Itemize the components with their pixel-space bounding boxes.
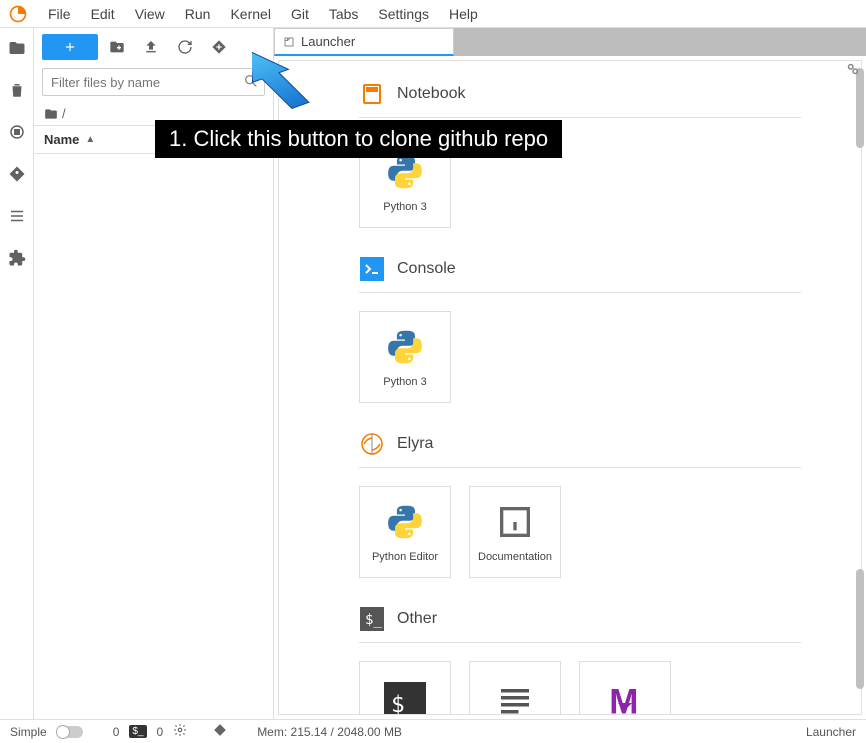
rail-git-icon[interactable] xyxy=(7,164,27,184)
new-folder-button[interactable] xyxy=(102,34,132,60)
menu-edit[interactable]: Edit xyxy=(81,2,125,26)
card-notebook-python3[interactable]: Python 3 xyxy=(359,136,451,228)
svg-text:M: M xyxy=(609,683,638,716)
status-mode: Launcher xyxy=(806,725,856,739)
scrollbar[interactable] xyxy=(854,68,864,709)
tab-title: Launcher xyxy=(301,34,355,49)
card-textfile[interactable] xyxy=(469,661,561,715)
tab-bar: Launcher xyxy=(274,28,866,56)
menu-run[interactable]: Run xyxy=(175,2,221,26)
breadcrumb[interactable]: / xyxy=(34,102,273,125)
section-title: Console xyxy=(397,260,456,278)
elyra-icon xyxy=(359,431,385,457)
textfile-icon xyxy=(494,682,536,715)
rail-folder-icon[interactable] xyxy=(7,38,27,58)
card-label: Python Editor xyxy=(368,551,442,563)
status-count-b: 0 xyxy=(157,725,164,739)
app-logo-icon xyxy=(8,4,28,24)
card-markdown[interactable]: M xyxy=(579,661,671,715)
sort-asc-icon: ▲ xyxy=(85,134,95,145)
memory-status: Mem: 215.14 / 2048.00 MB xyxy=(257,725,402,739)
refresh-button[interactable] xyxy=(170,34,200,60)
terminal-chip-icon[interactable]: $_ xyxy=(129,725,146,738)
notebook-icon xyxy=(359,81,385,107)
git-clone-button[interactable] xyxy=(204,34,234,60)
info-icon xyxy=(494,501,536,543)
card-console-python3[interactable]: Python 3 xyxy=(359,311,451,403)
activity-bar xyxy=(0,28,34,719)
launcher-tab-icon xyxy=(283,36,295,48)
menu-kernel[interactable]: Kernel xyxy=(220,2,280,26)
python-icon xyxy=(384,151,426,193)
status-count-a: 0 xyxy=(113,725,120,739)
section-elyra: Elyra Python Editor Documentation xyxy=(359,431,801,578)
simple-toggle[interactable] xyxy=(57,726,83,738)
launcher: Notebook Python 3 Cons xyxy=(278,60,862,715)
card-label: Documentation xyxy=(474,551,556,563)
card-label: Python 3 xyxy=(379,376,430,388)
status-bar: Simple 0 $_ 0 Mem: 215.14 / 2048.00 MB L… xyxy=(0,719,866,743)
file-columns-header[interactable]: Name ▲ xyxy=(34,125,273,154)
main-content: Launcher Notebook xyxy=(274,28,866,719)
menu-settings[interactable]: Settings xyxy=(368,2,439,26)
column-name-label: Name xyxy=(44,132,79,147)
menu-tabs[interactable]: Tabs xyxy=(319,2,369,26)
file-filter xyxy=(42,68,265,96)
card-python-editor[interactable]: Python Editor xyxy=(359,486,451,578)
git-status-icon[interactable] xyxy=(213,723,227,740)
upload-button[interactable] xyxy=(136,34,166,60)
gear-icon[interactable] xyxy=(173,723,187,740)
settings-gear-icon[interactable] xyxy=(844,60,862,81)
python-icon xyxy=(384,326,426,368)
breadcrumb-root: / xyxy=(62,106,66,121)
menu-git[interactable]: Git xyxy=(281,2,319,26)
section-other: $_ Other $_ xyxy=(359,606,801,715)
menu-bar: File Edit View Run Kernel Git Tabs Setti… xyxy=(0,0,866,28)
section-title: Elyra xyxy=(397,435,433,453)
section-title: Other xyxy=(397,610,437,628)
rail-running-icon[interactable] xyxy=(7,122,27,142)
svg-text:$_: $_ xyxy=(391,692,419,715)
section-notebook: Notebook Python 3 xyxy=(359,81,801,228)
svg-text:$_: $_ xyxy=(365,612,382,628)
rail-extension-icon[interactable] xyxy=(7,248,27,268)
section-console: Console Python 3 xyxy=(359,256,801,403)
card-label: Python 3 xyxy=(379,201,430,213)
menu-view[interactable]: View xyxy=(125,2,175,26)
menu-help[interactable]: Help xyxy=(439,2,488,26)
markdown-icon: M xyxy=(604,682,646,715)
rail-trash-icon[interactable] xyxy=(7,80,27,100)
console-icon xyxy=(359,256,385,282)
file-toolbar xyxy=(34,28,273,66)
tab-launcher[interactable]: Launcher xyxy=(274,28,454,56)
folder-icon xyxy=(44,107,58,121)
new-launcher-button[interactable] xyxy=(42,34,98,60)
simple-label: Simple xyxy=(10,725,47,739)
section-title: Notebook xyxy=(397,85,466,103)
card-terminal[interactable]: $_ xyxy=(359,661,451,715)
terminal-icon: $_ xyxy=(359,606,385,632)
menu-file[interactable]: File xyxy=(38,2,81,26)
rail-toc-icon[interactable] xyxy=(7,206,27,226)
card-documentation[interactable]: Documentation xyxy=(469,486,561,578)
terminal-dark-icon: $_ xyxy=(384,682,426,715)
search-icon xyxy=(243,73,259,92)
filter-input[interactable] xyxy=(42,68,265,96)
python-icon xyxy=(384,501,426,543)
file-browser: / Name ▲ xyxy=(34,28,274,719)
